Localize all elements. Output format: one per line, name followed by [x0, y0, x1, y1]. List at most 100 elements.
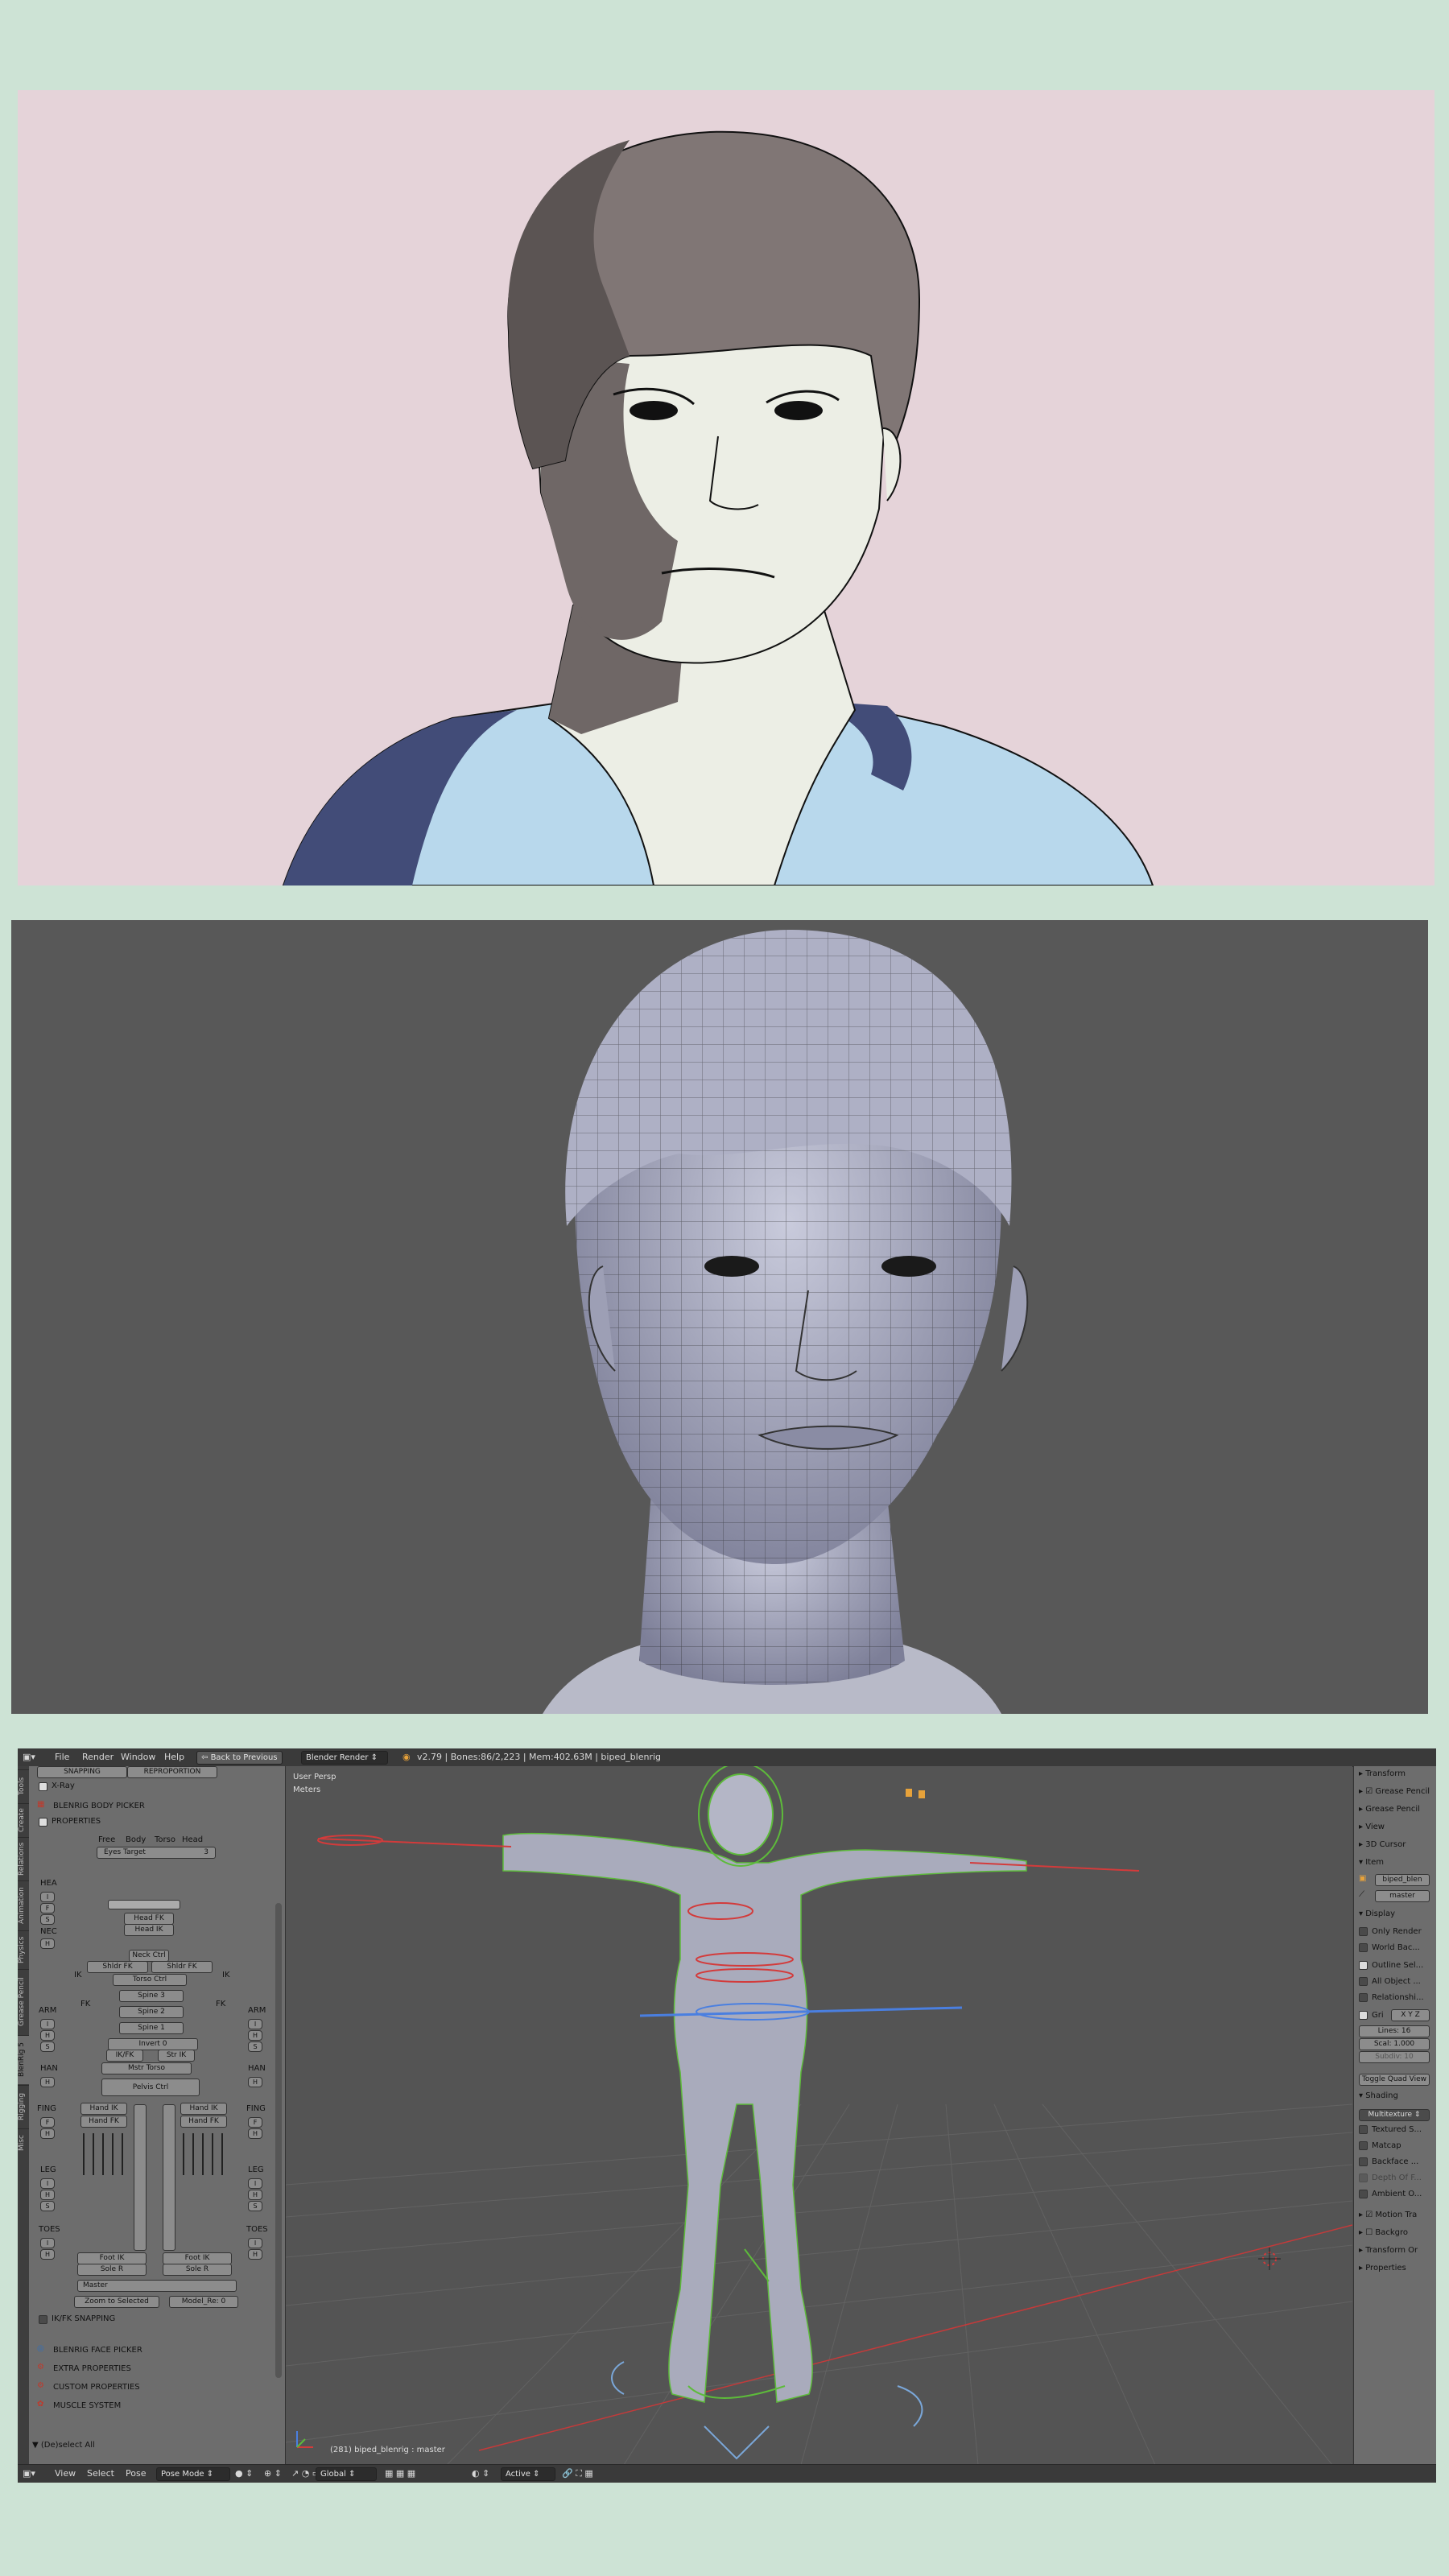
custom-props-label[interactable]: CUSTOM PROPERTIES — [53, 2383, 140, 2392]
tab-animation[interactable]: Animation — [18, 1880, 29, 1930]
muscle-system-label[interactable]: MUSCLE SYSTEM — [53, 2401, 121, 2410]
head-controls-row[interactable] — [108, 1900, 180, 1909]
bone-name-field[interactable]: master — [1375, 1890, 1430, 1902]
tab-physics[interactable]: Physics — [18, 1930, 29, 1968]
leg-r-s-button[interactable]: S — [248, 2201, 262, 2211]
hand-fk-left-button[interactable]: Hand FK — [80, 2116, 127, 2128]
hand-ik-right-button[interactable]: Hand IK — [180, 2103, 227, 2115]
ambient-occlusion-checkbox[interactable] — [1359, 2190, 1368, 2198]
section-motion-tracking[interactable]: ▸ ☑ Motion Tra — [1359, 2211, 1417, 2219]
section-3d-cursor[interactable]: ▸ 3D Cursor — [1359, 1840, 1406, 1849]
toes-l-h-button[interactable]: H — [40, 2249, 55, 2260]
right-leg-fk-column[interactable] — [163, 2104, 175, 2251]
section-transform-orientations[interactable]: ▸ Transform Or — [1359, 2246, 1418, 2255]
tab-tools[interactable]: Tools — [18, 1769, 29, 1802]
picker-tab-head[interactable]: Head — [182, 1835, 203, 1844]
interaction-mode-select[interactable]: Pose Mode ⇕ — [156, 2467, 230, 2481]
only-render-checkbox[interactable] — [1359, 1927, 1368, 1936]
menu-window[interactable]: Window — [121, 1752, 155, 1762]
all-object-origins-checkbox[interactable] — [1359, 1977, 1368, 1986]
tab-misc[interactable]: Misc — [18, 2128, 29, 2157]
invert-field[interactable]: Invert 0 — [108, 2038, 198, 2050]
grid-floor-checkbox[interactable] — [1359, 2011, 1368, 2020]
outline-selected-checkbox[interactable] — [1359, 1961, 1368, 1970]
fing-l-h-button[interactable]: H — [40, 2128, 55, 2139]
pivot-point-icon[interactable]: ⊕ ⇕ — [264, 2468, 282, 2479]
snapping-tab[interactable]: SNAPPING — [37, 1766, 127, 1778]
extra-props-label[interactable]: EXTRA PROPERTIES — [53, 2364, 131, 2373]
tab-relations[interactable]: Relations — [18, 1837, 29, 1880]
object-name-field[interactable]: biped_blen — [1375, 1874, 1430, 1886]
render-engine-select[interactable]: Blender Render ⇕ — [301, 1751, 388, 1765]
section-view[interactable]: ▸ View — [1359, 1823, 1385, 1831]
toggle-quad-view-button[interactable]: Toggle Quad View — [1359, 2074, 1430, 2086]
menu-file[interactable]: File — [55, 1752, 69, 1762]
menu-pose[interactable]: Pose — [126, 2468, 146, 2479]
menu-view[interactable]: View — [55, 2468, 76, 2479]
deselect-all-operator[interactable]: ▼ (De)select All — [32, 2441, 95, 2450]
editor-type-icon[interactable]: ▣▾ — [23, 1752, 35, 1762]
face-picker-label[interactable]: BLENRIG FACE PICKER — [53, 2346, 142, 2355]
sole-left-button[interactable]: Sole R — [77, 2264, 147, 2276]
backface-culling-checkbox[interactable] — [1359, 2157, 1368, 2166]
han-r-h-button[interactable]: H — [248, 2077, 262, 2087]
xray-checkbox[interactable] — [39, 1782, 47, 1791]
mstr-torso-button[interactable]: Mstr Torso — [101, 2062, 192, 2074]
head-fk-button[interactable]: Head FK — [124, 1913, 174, 1925]
shading-mode-select[interactable]: Multitexture ⇕ — [1359, 2109, 1430, 2121]
hand-fk-right-button[interactable]: Hand FK — [180, 2116, 227, 2128]
torso-ctrl-button[interactable]: Torso Ctrl — [113, 1974, 187, 1986]
arm-l-s-button[interactable]: S — [40, 2041, 55, 2052]
depth-of-field-checkbox[interactable] — [1359, 2174, 1368, 2182]
toes-r-h-button[interactable]: H — [248, 2249, 262, 2260]
textured-solid-checkbox[interactable] — [1359, 2125, 1368, 2134]
toes-l-i-button[interactable]: I — [40, 2238, 55, 2248]
transform-orientation-select[interactable]: Global ⇕ — [316, 2467, 377, 2481]
hea-f-button[interactable]: F — [40, 1903, 55, 1913]
section-display[interactable]: ▾ Display — [1359, 1909, 1395, 1918]
eyes-target-field[interactable]: Eyes Target 3 — [97, 1847, 216, 1859]
arm-r-i-button[interactable]: I — [248, 2019, 262, 2029]
grid-scale-field[interactable]: Scal: 1.000 — [1359, 2038, 1430, 2050]
master-button[interactable]: Master — [77, 2280, 237, 2292]
neck-ctrl-button[interactable]: Neck Ctrl — [129, 1950, 169, 1962]
leg-l-h-button[interactable]: H — [40, 2190, 55, 2200]
shldr-fk-left-button[interactable]: Shldr FK — [87, 1961, 148, 1973]
tab-blenrig[interactable]: BlenRig 5 — [18, 2035, 29, 2084]
editor-type-3d-icon[interactable]: ▣▾ — [23, 2468, 35, 2479]
nec-h-button[interactable]: H — [40, 1938, 55, 1949]
spine-2-button[interactable]: Spine 2 — [119, 2006, 184, 2018]
ikfk-snapping-checkbox[interactable] — [39, 2315, 47, 2324]
section-grease-pencil-1[interactable]: ▸ ☑ Grease Pencil — [1359, 1787, 1430, 1796]
properties-checkbox[interactable] — [39, 1818, 47, 1827]
leg-r-i-button[interactable]: I — [248, 2178, 262, 2189]
grid-axes-toggles[interactable]: X Y Z — [1391, 2009, 1430, 2021]
grid-lines-field[interactable]: Lines: 16 — [1359, 2025, 1430, 2037]
menu-select[interactable]: Select — [87, 2468, 114, 2479]
pose-pivot-select[interactable]: Active ⇕ — [501, 2467, 555, 2481]
arm-r-s-button[interactable]: S — [248, 2041, 262, 2052]
layers-icons[interactable]: ▦ ▦ ▦ — [385, 2468, 415, 2479]
arm-r-h-button[interactable]: H — [248, 2030, 262, 2041]
leg-l-s-button[interactable]: S — [40, 2201, 55, 2211]
toes-r-i-button[interactable]: I — [248, 2238, 262, 2248]
proportional-edit-icon[interactable]: ◐ ⇕ — [472, 2468, 489, 2479]
matcap-checkbox[interactable] — [1359, 2141, 1368, 2150]
hand-ik-left-button[interactable]: Hand IK — [80, 2103, 127, 2115]
pelvis-ctrl-button[interactable]: Pelvis Ctrl — [101, 2079, 200, 2096]
hea-i-button[interactable]: I — [40, 1892, 55, 1902]
menu-help[interactable]: Help — [164, 1752, 184, 1762]
viewport-shading-icon[interactable]: ● ⇕ — [235, 2468, 253, 2479]
section-background-images[interactable]: ▸ ☐ Backgro — [1359, 2228, 1408, 2237]
3d-viewport[interactable] — [286, 1766, 1352, 2465]
fing-r-h-button[interactable]: H — [248, 2128, 262, 2139]
toolshelf-scrollbar[interactable] — [275, 1903, 282, 2378]
spine-1-button[interactable]: Spine 1 — [119, 2022, 184, 2034]
section-grease-pencil-2[interactable]: ▸ Grease Pencil — [1359, 1805, 1420, 1814]
hea-s-button[interactable]: S — [40, 1914, 55, 1925]
arm-l-i-button[interactable]: I — [40, 2019, 55, 2029]
picker-tab-body[interactable]: Body — [126, 1835, 146, 1844]
body-picker-label[interactable]: BLENRIG BODY PICKER — [53, 1802, 145, 1810]
arm-l-h-button[interactable]: H — [40, 2030, 55, 2041]
section-properties[interactable]: ▸ Properties — [1359, 2264, 1406, 2273]
